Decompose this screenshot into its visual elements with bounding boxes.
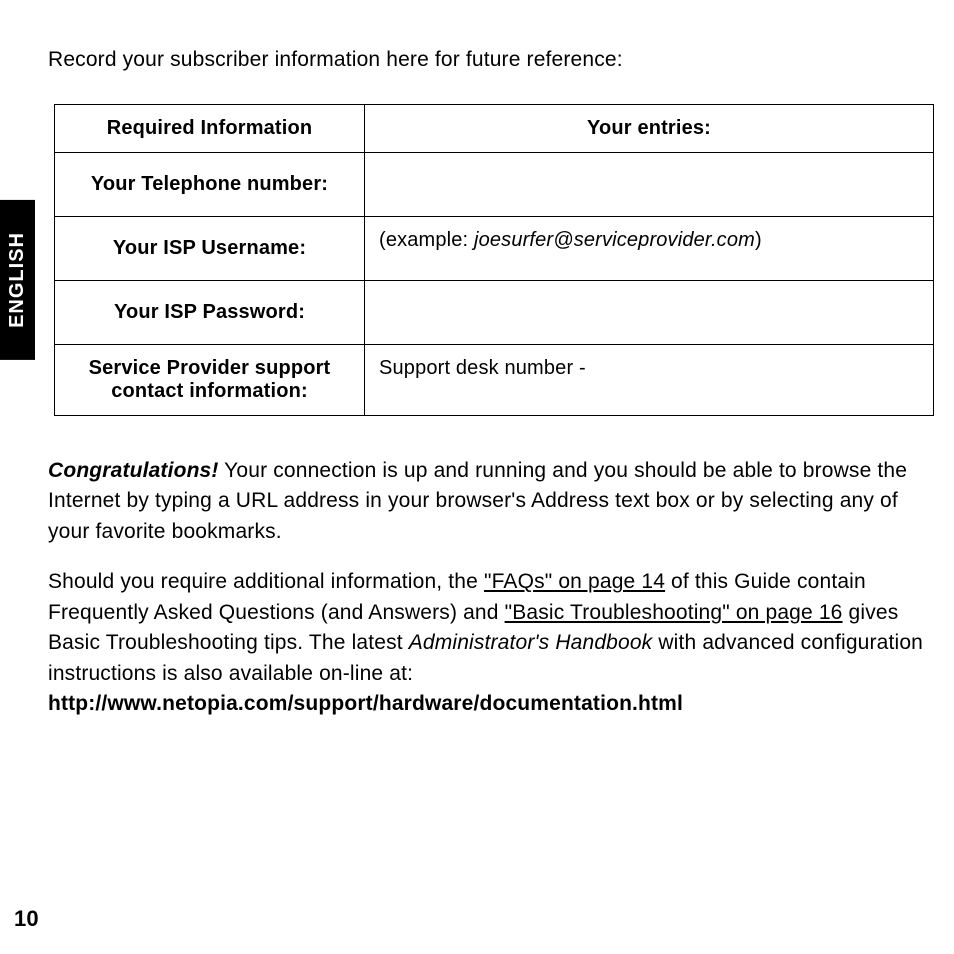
troubleshooting-link[interactable]: "Basic Troubleshooting" on page 16	[505, 601, 843, 624]
intro-text: Record your subscriber information here …	[48, 48, 940, 72]
row-entry-support: Support desk number -	[365, 345, 934, 416]
congrats-label: Congratulations!	[48, 459, 219, 482]
row-entry-password	[365, 281, 934, 345]
table-header-row: Required Information Your entries:	[55, 105, 934, 153]
row-label-password: Your ISP Password:	[55, 281, 365, 345]
para2-part1: Should you require additional informatio…	[48, 570, 484, 593]
example-prefix: (example:	[379, 229, 474, 251]
table-row: Service Provider support contact informa…	[55, 345, 934, 416]
congrats-paragraph: Congratulations! Your connection is up a…	[48, 456, 940, 547]
table-row: Your ISP Username: (example: joesurfer@s…	[55, 217, 934, 281]
row-label-telephone: Your Telephone number:	[55, 153, 365, 217]
handbook-title: Administrator's Handbook	[409, 631, 653, 654]
row-label-support: Service Provider support contact informa…	[55, 345, 365, 416]
table-header-right: Your entries:	[365, 105, 934, 153]
table-row: Your ISP Password:	[55, 281, 934, 345]
table-header-left: Required Information	[55, 105, 365, 153]
example-email: joesurfer@serviceprovider.com	[474, 229, 755, 251]
faqs-link[interactable]: "FAQs" on page 14	[484, 570, 665, 593]
row-label-username: Your ISP Username:	[55, 217, 365, 281]
example-suffix: )	[755, 229, 762, 251]
row-entry-username: (example: joesurfer@serviceprovider.com)	[365, 217, 934, 281]
language-tab: ENGLISH	[0, 200, 35, 360]
documentation-url: http://www.netopia.com/support/hardware/…	[48, 692, 683, 715]
table-row: Your Telephone number:	[55, 153, 934, 217]
subscriber-info-table: Required Information Your entries: Your …	[54, 104, 934, 416]
row-entry-telephone	[365, 153, 934, 217]
info-paragraph: Should you require additional informatio…	[48, 567, 940, 719]
page-number: 10	[14, 906, 39, 932]
page-content: Record your subscriber information here …	[0, 0, 954, 720]
